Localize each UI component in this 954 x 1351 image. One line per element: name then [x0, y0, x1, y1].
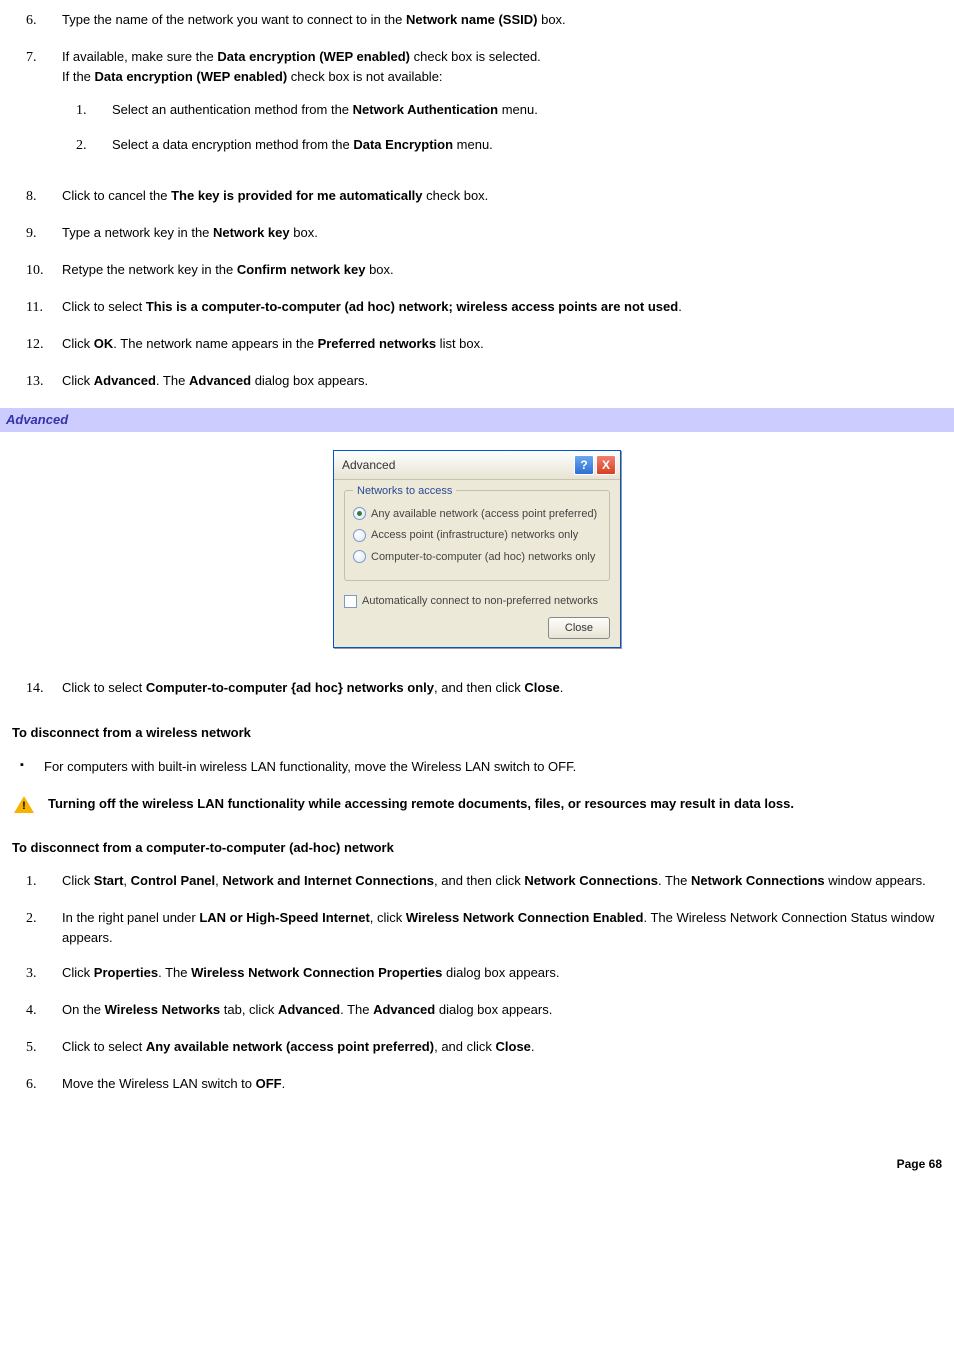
substep-number: 1. [62, 100, 112, 121]
step-text: Click to select Any available network (a… [62, 1037, 942, 1058]
step-number: 7. [12, 47, 62, 170]
step-text: On the Wireless Networks tab, click Adva… [62, 1000, 942, 1021]
step-number: 11. [12, 297, 62, 318]
step-text: Move the Wireless LAN switch to OFF. [62, 1074, 942, 1095]
page-footer: Page 68 [12, 1155, 942, 1173]
bullet-icon: ▪ [12, 757, 32, 777]
bullet-list: ▪ For computers with built-in wireless L… [12, 757, 942, 777]
radio-label: Computer-to-computer (ad hoc) networks o… [371, 549, 595, 566]
close-x-button[interactable]: X [596, 455, 616, 475]
step-text: Click Advanced. The Advanced dialog box … [62, 371, 942, 392]
step-text: Click Properties. The Wireless Network C… [62, 963, 942, 984]
step-text: Click Start, Control Panel, Network and … [62, 871, 942, 892]
radio-icon[interactable] [353, 507, 366, 520]
section-banner-advanced: Advanced [0, 408, 954, 432]
step-text: Type the name of the network you want to… [62, 10, 942, 31]
substep-text: Select an authentication method from the… [112, 100, 942, 121]
step-text: Retype the network key in the Confirm ne… [62, 260, 942, 281]
step-text: In the right panel under LAN or High-Spe… [62, 908, 942, 947]
checkbox-icon[interactable] [344, 595, 357, 608]
step-number: 8. [12, 186, 62, 207]
subheading-disconnect-adhoc: To disconnect from a computer-to-compute… [12, 838, 942, 858]
warning-icon [14, 796, 34, 813]
checkbox-label: Automatically connect to non-preferred n… [362, 593, 598, 610]
step-text: Click to select Computer-to-computer {ad… [62, 678, 942, 699]
warning-block: Turning off the wireless LAN functionali… [12, 794, 942, 814]
bullet-text: For computers with built-in wireless LAN… [44, 757, 576, 777]
radio-label: Access point (infrastructure) networks o… [371, 527, 578, 544]
step-text: If available, make sure the Data encrypt… [62, 47, 942, 170]
networks-to-access-group: Networks to access Any available network… [344, 490, 610, 582]
help-button[interactable]: ? [574, 455, 594, 475]
radio-icon[interactable] [353, 529, 366, 542]
radio-option[interactable]: Any available network (access point pref… [353, 506, 601, 523]
step-14: 14. Click to select Computer-to-computer… [12, 678, 942, 699]
dialog-titlebar: Advanced ? X [334, 451, 620, 480]
radio-icon[interactable] [353, 550, 366, 563]
steps-list-a: 6.Type the name of the network you want … [12, 10, 942, 392]
step-number: 6. [12, 1074, 62, 1095]
step-text: Click to cancel the The key is provided … [62, 186, 942, 207]
sub-steps: 1.Select an authentication method from t… [62, 100, 942, 156]
step-number: 13. [12, 371, 62, 392]
warning-text: Turning off the wireless LAN functionali… [48, 794, 942, 814]
dialog-screenshot: Advanced ? X Networks to access Any avai… [12, 450, 942, 649]
step-text: Type a network key in the Network key bo… [62, 223, 942, 244]
radio-label: Any available network (access point pref… [371, 506, 597, 523]
step-text: Click OK. The network name appears in th… [62, 334, 942, 355]
step-number: 2. [12, 908, 62, 947]
step-number: 3. [12, 963, 62, 984]
substep-text: Select a data encryption method from the… [112, 135, 942, 156]
auto-connect-checkbox-row[interactable]: Automatically connect to non-preferred n… [344, 593, 610, 610]
subheading-disconnect-wireless: To disconnect from a wireless network [12, 723, 942, 743]
step-number: 6. [12, 10, 62, 31]
step-text: Click to select This is a computer-to-co… [62, 297, 942, 318]
step-number: 12. [12, 334, 62, 355]
substep-number: 2. [62, 135, 112, 156]
step-number: 5. [12, 1037, 62, 1058]
radio-option[interactable]: Computer-to-computer (ad hoc) networks o… [353, 549, 601, 566]
steps-list-b: 1.Click Start, Control Panel, Network an… [12, 871, 942, 1095]
dialog-close-button[interactable]: Close [548, 617, 610, 640]
step-number: 1. [12, 871, 62, 892]
step-number: 10. [12, 260, 62, 281]
groupbox-title: Networks to access [353, 483, 456, 500]
step-number: 9. [12, 223, 62, 244]
advanced-dialog: Advanced ? X Networks to access Any avai… [333, 450, 621, 649]
radio-option[interactable]: Access point (infrastructure) networks o… [353, 527, 601, 544]
dialog-title: Advanced [342, 456, 395, 474]
step-number: 14. [12, 678, 62, 699]
step-number: 4. [12, 1000, 62, 1021]
